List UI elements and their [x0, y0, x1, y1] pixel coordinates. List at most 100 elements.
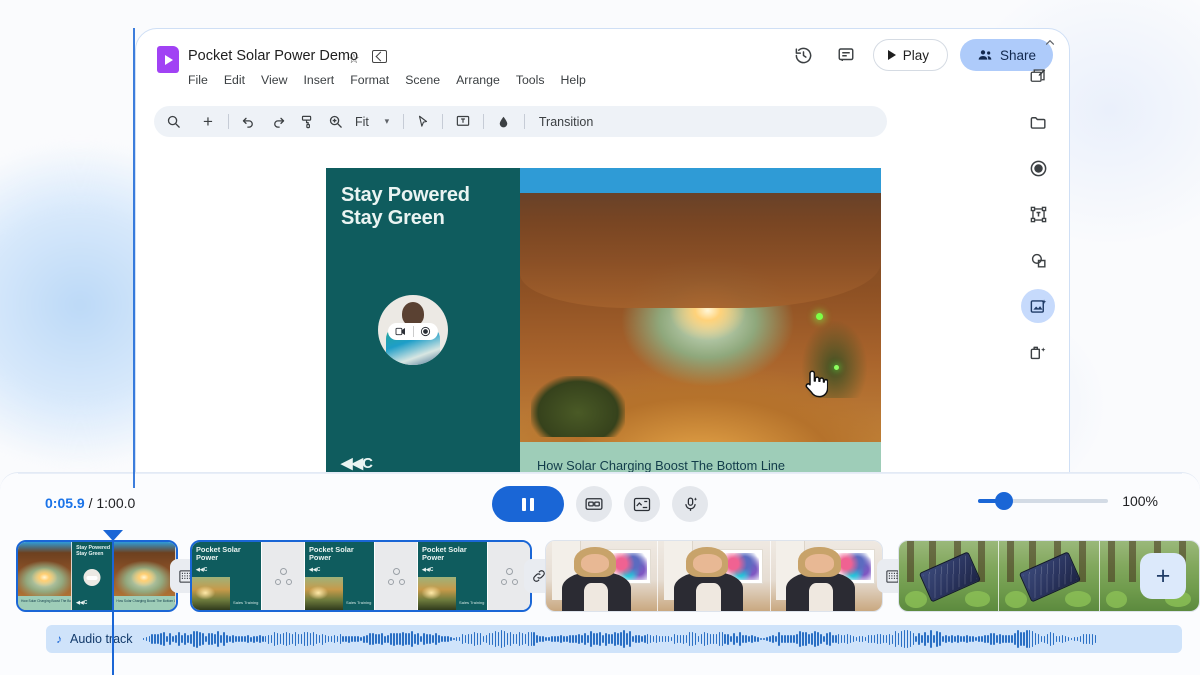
playhead-handle[interactable]	[103, 530, 123, 541]
play-button[interactable]: Play	[873, 39, 948, 71]
undo-icon[interactable]	[233, 106, 263, 137]
timeline-zoom-control[interactable]: 100%	[978, 493, 1158, 509]
toolbar-divider-5	[524, 114, 525, 129]
audio-waveform[interactable]	[143, 628, 1182, 650]
redo-icon[interactable]	[263, 106, 293, 137]
clip-group-intro[interactable]: How Solar Charging Boost The Bottom Line…	[16, 540, 178, 612]
zoom-level-icon[interactable]	[321, 106, 349, 137]
record-icon[interactable]	[414, 326, 439, 337]
timeline-transport-bar: 0:05.9 / 1:00.0	[0, 473, 1200, 535]
slide-left-panel: Stay Powered Stay Green	[326, 168, 520, 488]
clip-thumb[interactable]	[658, 541, 770, 611]
menu-item-edit[interactable]: Edit	[224, 73, 245, 87]
thumb-person-head	[686, 547, 728, 576]
add-clip-button[interactable]: +	[1140, 553, 1186, 599]
app-window: Pocket Solar Power Demo ☆ File Edit View…	[135, 28, 1070, 488]
zoom-slider-knob[interactable]	[995, 492, 1013, 510]
menu-item-scene[interactable]: Scene	[405, 73, 440, 87]
clip-thumb[interactable]: How Solar Charging Boost The Bottom Line	[113, 542, 176, 610]
menu-item-help[interactable]: Help	[561, 73, 586, 87]
camera-icon[interactable]	[388, 327, 413, 336]
clip-thumb[interactable]	[771, 541, 882, 611]
thumb-person-shirt	[696, 583, 720, 611]
clip-thumb-blank[interactable]	[375, 542, 418, 610]
timeline-strip[interactable]: How Solar Charging Boost The Bottom Line…	[0, 535, 1200, 617]
people-icon	[977, 47, 993, 63]
clip-thumb[interactable]: Pocket Solar Power ◀◀C Sales Training	[305, 542, 375, 610]
menu-item-insert[interactable]: Insert	[303, 73, 334, 87]
audio-track-label: Audio track	[70, 632, 133, 646]
voiceover-button[interactable]	[672, 486, 708, 522]
placeholder-dot	[506, 568, 513, 575]
fill-color-icon[interactable]	[488, 106, 520, 137]
transition-button[interactable]: Transition	[529, 106, 603, 137]
menu-item-view[interactable]: View	[261, 73, 287, 87]
record-icon[interactable]	[1021, 151, 1055, 185]
shapes-icon[interactable]	[1021, 243, 1055, 277]
avatar-controls[interactable]	[388, 323, 438, 340]
placeholder-dots	[501, 579, 518, 585]
closed-captions-icon	[585, 497, 603, 511]
add-icon[interactable]: +	[192, 106, 224, 137]
audio-track[interactable]: ♪ Audio track	[46, 625, 1182, 653]
document-title[interactable]: Pocket Solar Power Demo	[188, 48, 358, 64]
search-icon[interactable]	[154, 106, 192, 137]
avatar[interactable]	[378, 295, 448, 365]
slide-photo[interactable]	[520, 168, 881, 442]
clip-group-talking-head[interactable]	[545, 540, 883, 612]
slide-cell-caption: Sales Training	[230, 577, 261, 610]
subtitle-image-button[interactable]	[624, 486, 660, 522]
timeline-panel: 0:05.9 / 1:00.0	[0, 472, 1200, 675]
closed-captions-button[interactable]	[576, 486, 612, 522]
clip-thumb[interactable]	[999, 541, 1099, 611]
clip-thumb[interactable]: How Solar Charging Boost The Bottom Line	[18, 542, 72, 610]
thumb-person-head	[798, 547, 840, 576]
move-to-folder-icon[interactable]	[372, 50, 387, 63]
clip-thumb[interactable]: Pocket Solar Power ◀◀C Sales Training	[192, 542, 262, 610]
blank-slide-cell	[262, 542, 304, 610]
menu-item-file[interactable]: File	[188, 73, 208, 87]
text-box-icon[interactable]	[1021, 197, 1055, 231]
clip-thumb-blank[interactable]	[262, 542, 305, 610]
clip-thumb[interactable]	[546, 541, 658, 611]
clip-thumb[interactable]: Stay PoweredStay Green ◀◀C	[72, 542, 113, 610]
format-paint-icon[interactable]	[293, 106, 321, 137]
clip-frames	[546, 541, 882, 611]
pause-button[interactable]	[492, 486, 564, 522]
clip-thumb[interactable]: Pocket Solar Power ◀◀C Sales Training	[418, 542, 488, 610]
menu-item-arrange[interactable]: Arrange	[456, 73, 500, 87]
edit-media-icon[interactable]	[1021, 59, 1055, 93]
star-icon[interactable]: ☆	[348, 51, 360, 67]
slide-cell-title: Pocket Solar Power	[422, 546, 487, 563]
text-box-icon[interactable]	[447, 106, 479, 137]
comment-icon[interactable]	[831, 40, 861, 70]
slide-cell-bottom: Sales Training	[192, 577, 261, 610]
canvas-area[interactable]: Stay Powered Stay Green	[136, 147, 1069, 487]
clip-group-slides[interactable]: Pocket Solar Power ◀◀C Sales Training	[190, 540, 532, 612]
playhead-line	[112, 542, 114, 675]
time-display: 0:05.9 / 1:00.0	[45, 495, 135, 511]
cursor-icon[interactable]	[408, 106, 438, 137]
export-icon[interactable]	[1021, 335, 1055, 369]
slide-preview[interactable]: Stay Powered Stay Green	[326, 168, 881, 488]
menu-item-tools[interactable]: Tools	[516, 73, 545, 87]
thumb-title: Stay PoweredStay Green	[76, 546, 110, 558]
editor-toolbar: +	[154, 106, 887, 137]
slide-cell-title: Pocket Solar Power	[309, 546, 374, 563]
slide-cell-title: Pocket Solar Power	[196, 546, 261, 563]
history-icon[interactable]	[789, 40, 819, 70]
slide-cell-top: Pocket Solar Power ◀◀C	[418, 542, 487, 577]
slide-right-panel: How Solar Charging Boost The Bottom Line	[520, 168, 881, 488]
clip-thumb[interactable]	[899, 541, 999, 611]
chevron-down-icon[interactable]: ▾	[375, 106, 399, 137]
folder-icon[interactable]	[1021, 105, 1055, 139]
slide-headline: Stay Powered Stay Green	[341, 184, 470, 230]
image-effects-icon[interactable]	[1021, 289, 1055, 323]
photo-foliage-left	[531, 376, 625, 436]
blank-slide-cell	[375, 542, 417, 610]
menu-item-format[interactable]: Format	[350, 73, 389, 87]
zoom-value-label[interactable]: Fit	[349, 106, 375, 137]
chevron-up-icon[interactable]	[1043, 36, 1057, 53]
zoom-slider[interactable]	[978, 499, 1108, 503]
thumb-person-head	[574, 547, 616, 576]
